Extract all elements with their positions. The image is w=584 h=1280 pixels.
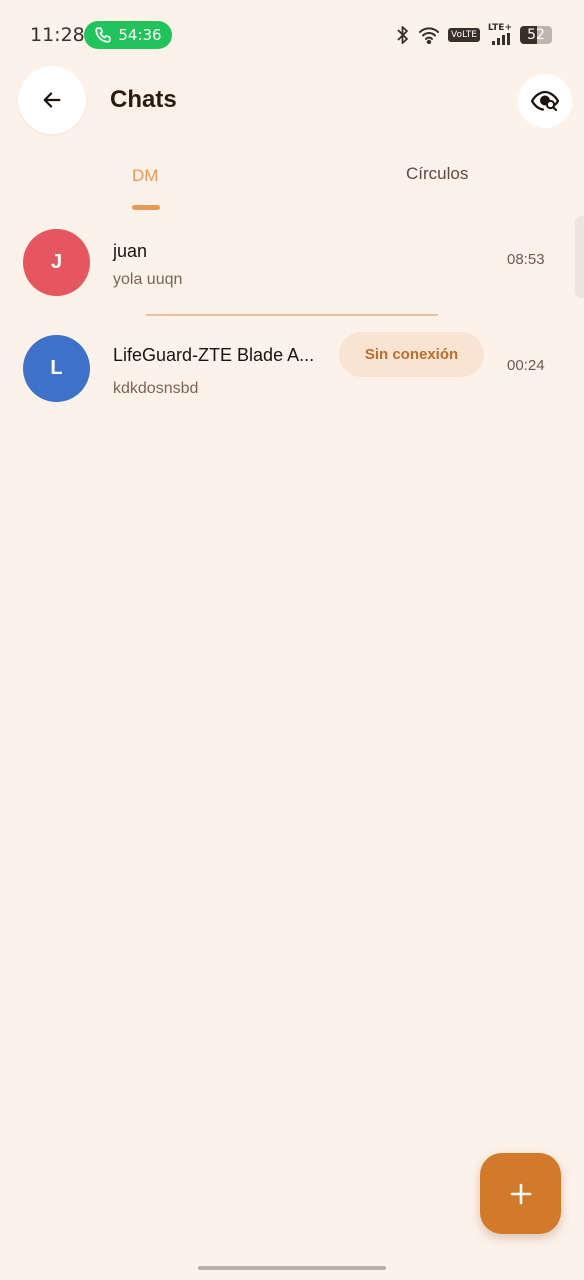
chat-time: 00:24 xyxy=(507,357,545,374)
tab-circulos[interactable]: Círculos xyxy=(406,164,468,184)
wifi-icon xyxy=(418,26,439,44)
eye-search-icon xyxy=(531,91,559,111)
volte-indicator: VoLTE xyxy=(447,27,480,42)
chat-divider xyxy=(146,314,438,316)
visibility-search-button[interactable] xyxy=(518,74,572,128)
avatar: L xyxy=(23,335,90,402)
status-time: 11:28 xyxy=(30,24,85,46)
chat-last-message: yola uuqn xyxy=(113,271,183,288)
chat-item-lifeguard[interactable]: L LifeGuard-ZTE Blade A... kdkdosnsbd 00… xyxy=(0,324,584,424)
chat-item-juan[interactable]: J juan yola uuqn 08:53 xyxy=(0,218,584,318)
status-icons: VoLTE LTE+ 52 xyxy=(396,24,552,45)
phone-icon xyxy=(95,27,111,43)
avatar: J xyxy=(23,229,90,296)
bluetooth-icon xyxy=(397,25,408,44)
battery-level: 52 xyxy=(527,26,545,43)
chat-name: juan xyxy=(113,241,148,261)
plus-icon xyxy=(510,1183,531,1204)
page-title: Chats xyxy=(110,86,177,113)
signal-indicator: LTE+ xyxy=(488,24,512,45)
chat-last-message: kdkdosnsbd xyxy=(113,380,199,397)
arrow-left-icon xyxy=(43,92,61,108)
signal-icon xyxy=(492,33,510,45)
offline-status-badge: Sin conexión xyxy=(339,332,484,377)
status-bar: 11:28 54:36 VoLTE LTE+ 52 xyxy=(0,0,584,70)
chat-name: LifeGuard-ZTE Blade A... xyxy=(113,345,315,365)
call-duration: 54:36 xyxy=(118,26,162,44)
battery-icon: 52 xyxy=(520,25,552,44)
home-indicator[interactable] xyxy=(198,1266,386,1270)
new-chat-button[interactable] xyxy=(480,1153,561,1234)
ongoing-call-pill[interactable]: 54:36 xyxy=(84,21,172,49)
tab-dm[interactable]: DM xyxy=(132,166,158,186)
back-button[interactable] xyxy=(18,66,86,134)
lte-label: LTE+ xyxy=(487,23,512,33)
active-tab-indicator xyxy=(132,205,160,210)
chat-time: 08:53 xyxy=(507,251,545,268)
